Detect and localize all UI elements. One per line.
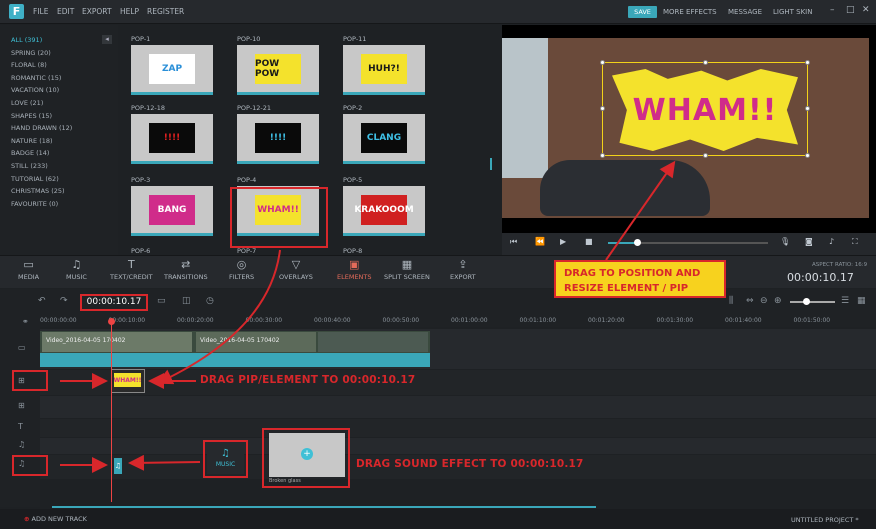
music-panel-button[interactable]: ♫ MUSIC: [207, 444, 244, 474]
add-icon[interactable]: +: [301, 448, 313, 460]
sound-item-label: Broken glass: [269, 478, 301, 484]
add-track-label: ADD NEW TRACK: [31, 515, 87, 523]
annotation-sound: DRAG SOUND EFFECT TO 00:00:10.17: [356, 458, 584, 470]
project-name: UNTITLED PROJECT *: [791, 516, 859, 524]
status-bar: [0, 509, 876, 529]
music-label: MUSIC: [215, 461, 236, 468]
arrow-music-to-clip: [128, 454, 201, 471]
annotation-pip: DRAG PIP/ELEMENT TO 00:00:10.17: [200, 374, 416, 386]
annotation-arrows: [60, 160, 676, 473]
arrow-element-to-timeline: [156, 249, 281, 385]
timeline-scrollbar[interactable]: [52, 506, 596, 508]
add-track-button[interactable]: ⊕ ADD NEW TRACK: [24, 515, 87, 523]
arrow-to-preview: [605, 160, 676, 261]
music-icon: ♫: [221, 448, 230, 459]
add-track-icon: ⊕: [24, 515, 30, 523]
